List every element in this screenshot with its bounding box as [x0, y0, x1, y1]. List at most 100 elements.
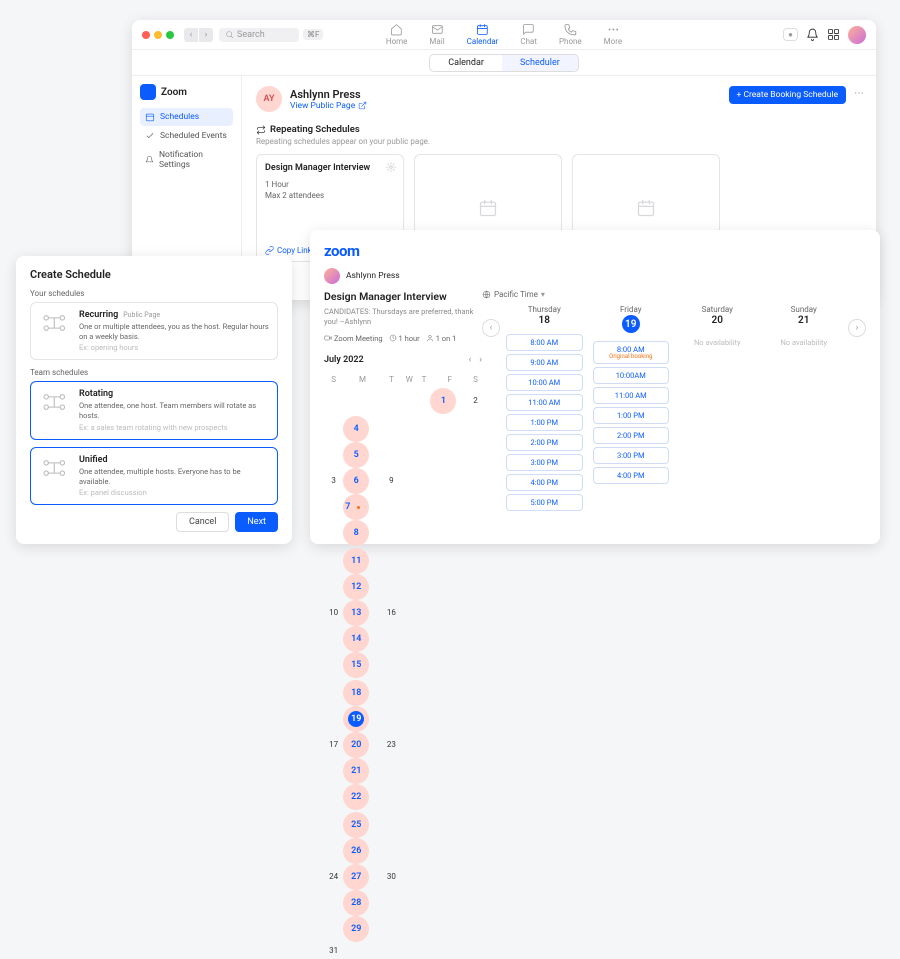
external-link-icon [358, 101, 367, 110]
view-public-page-link[interactable]: View Public Page [290, 101, 367, 111]
cal-day[interactable]: 18 [343, 680, 369, 706]
host-name: Ashlynn Press [346, 271, 400, 281]
copy-link-button[interactable]: Copy Link [265, 246, 312, 255]
schedule-type-recurring[interactable]: RecurringPublic PageOne or multiple atte… [30, 302, 278, 360]
schedule-card-title: Design Manager Interview [265, 163, 395, 173]
cal-day[interactable]: 27 [343, 864, 369, 890]
nav-more[interactable]: More [600, 21, 626, 48]
cal-day[interactable]: 21 [343, 758, 369, 784]
search-input[interactable]: Search [219, 28, 299, 42]
forward-button[interactable]: › [199, 28, 213, 42]
cal-day[interactable]: 6 [343, 468, 369, 494]
cal-prev-button[interactable]: ‹ [468, 355, 471, 365]
zoom-wordmark: zoom [324, 242, 866, 260]
window-controls[interactable] [142, 31, 174, 39]
cal-day [343, 944, 382, 957]
schedule-type-unified[interactable]: UnifiedOne attendee, multiple hosts. Eve… [30, 447, 278, 505]
nav-mail[interactable]: Mail [425, 21, 448, 48]
nav-phone[interactable]: Phone [555, 21, 586, 48]
tab-calendar[interactable]: Calendar [430, 55, 502, 71]
nav-home[interactable]: Home [382, 21, 412, 48]
time-slot[interactable]: 11:00 AM [593, 387, 670, 404]
cal-day[interactable]: 4 [343, 416, 369, 442]
cal-day[interactable]: 19 [343, 706, 369, 732]
day-column: Saturday20No availability [675, 305, 760, 347]
sidebar-item-notification-settings[interactable]: Notification Settings [140, 146, 233, 174]
time-slot[interactable]: 2:00 PM [593, 427, 670, 444]
bell-icon[interactable] [806, 28, 819, 41]
cal-day[interactable]: 20 [343, 732, 369, 758]
sidebar-item-scheduled-events[interactable]: Scheduled Events [140, 127, 233, 145]
cal-day[interactable]: 11 [343, 548, 369, 574]
segment-control: CalendarScheduler [429, 54, 579, 72]
nav-chat[interactable]: Chat [516, 21, 541, 48]
schedule-type-rotating[interactable]: RotatingOne attendee, one host. Team mem… [30, 381, 278, 439]
cal-day [343, 388, 382, 414]
cancel-button[interactable]: Cancel [176, 512, 229, 532]
time-slot[interactable]: 9:00 AM [506, 354, 583, 371]
time-slot[interactable]: 8:00 AM [506, 334, 583, 351]
booking-title: Design Manager Interview [324, 290, 482, 304]
history-arrows[interactable]: ‹ › [184, 28, 213, 42]
cal-day[interactable]: 28 [343, 890, 369, 916]
days-next-button[interactable]: › [848, 319, 866, 337]
nav-calendar[interactable]: Calendar [463, 21, 503, 48]
cal-day [401, 388, 417, 414]
gear-icon[interactable] [386, 162, 396, 172]
time-slot[interactable]: 1:00 PM [593, 407, 670, 424]
cal-day[interactable]: 16 [382, 548, 401, 678]
cal-day[interactable]: 31 [324, 944, 343, 957]
tab-scheduler[interactable]: Scheduler [502, 55, 578, 71]
time-slot[interactable]: 3:00 PM [506, 454, 583, 471]
sidebar-item-schedules[interactable]: Schedules [140, 108, 233, 126]
timezone-selector[interactable]: Pacific Time▾ [482, 290, 866, 299]
time-slot[interactable]: 4:00 PM [593, 467, 670, 484]
user-avatar[interactable] [848, 26, 866, 44]
booking-note: CANDIDATES: Thursdays are preferred, tha… [324, 307, 482, 327]
cal-day[interactable]: 22 [343, 784, 369, 810]
cal-day[interactable]: 13 [343, 600, 369, 626]
cal-day[interactable]: 29 [343, 916, 369, 942]
clock-icon [389, 334, 397, 342]
cal-day[interactable]: 10 [324, 548, 343, 678]
time-slot[interactable]: 10:00AM [593, 367, 670, 384]
cal-day[interactable]: 24 [324, 812, 343, 942]
cal-day[interactable]: 26 [343, 838, 369, 864]
cal-day[interactable]: 25 [343, 812, 369, 838]
time-slot[interactable]: 11:00 AM [506, 394, 583, 411]
more-menu-button[interactable]: ⋯ [854, 88, 864, 99]
time-slot[interactable]: 2:00 PM [506, 434, 583, 451]
search-icon [225, 30, 234, 39]
cal-day[interactable]: 30 [382, 812, 401, 942]
no-availability-label: No availability [780, 338, 827, 347]
create-booking-schedule-button[interactable]: + Create Booking Schedule [729, 86, 846, 104]
cal-day[interactable]: 3 [324, 416, 343, 546]
time-slot[interactable]: 5:00 PM [506, 494, 583, 511]
time-slot[interactable]: 3:00 PM [593, 447, 670, 464]
cal-day [430, 944, 469, 957]
time-slot[interactable]: 10:00 AM [506, 374, 583, 391]
days-prev-button[interactable]: ‹ [482, 319, 500, 337]
status-pill[interactable]: ● [783, 28, 798, 41]
time-slot[interactable]: 8:00 AMOriginal booking [593, 341, 670, 364]
cal-day[interactable]: 15 [343, 652, 369, 678]
cal-day[interactable]: 8 [343, 520, 369, 546]
cal-day[interactable]: 17 [324, 680, 343, 810]
cal-day[interactable]: 2 [469, 388, 482, 414]
cal-day[interactable]: 23 [382, 680, 401, 810]
time-slot[interactable]: 4:00 PM [506, 474, 583, 491]
profile-name: Ashlynn Press [290, 88, 367, 101]
video-icon [324, 334, 332, 342]
cal-day[interactable]: 1 [430, 388, 456, 414]
grid-icon[interactable] [827, 28, 840, 41]
time-slot[interactable]: 1:00 PM [506, 414, 583, 431]
back-button[interactable]: ‹ [184, 28, 198, 42]
cal-day[interactable]: 5 [343, 442, 369, 468]
cal-day[interactable]: 9 [382, 416, 401, 546]
cal-day[interactable]: 12 [343, 574, 369, 600]
cal-day[interactable]: 14 [343, 626, 369, 652]
cal-day[interactable]: 7 [343, 494, 369, 520]
section-subtitle: Repeating schedules appear on your publi… [256, 137, 862, 146]
day-column: Thursday188:00 AM9:00 AM10:00 AM11:00 AM… [502, 305, 587, 511]
next-button[interactable]: Next [235, 512, 278, 532]
